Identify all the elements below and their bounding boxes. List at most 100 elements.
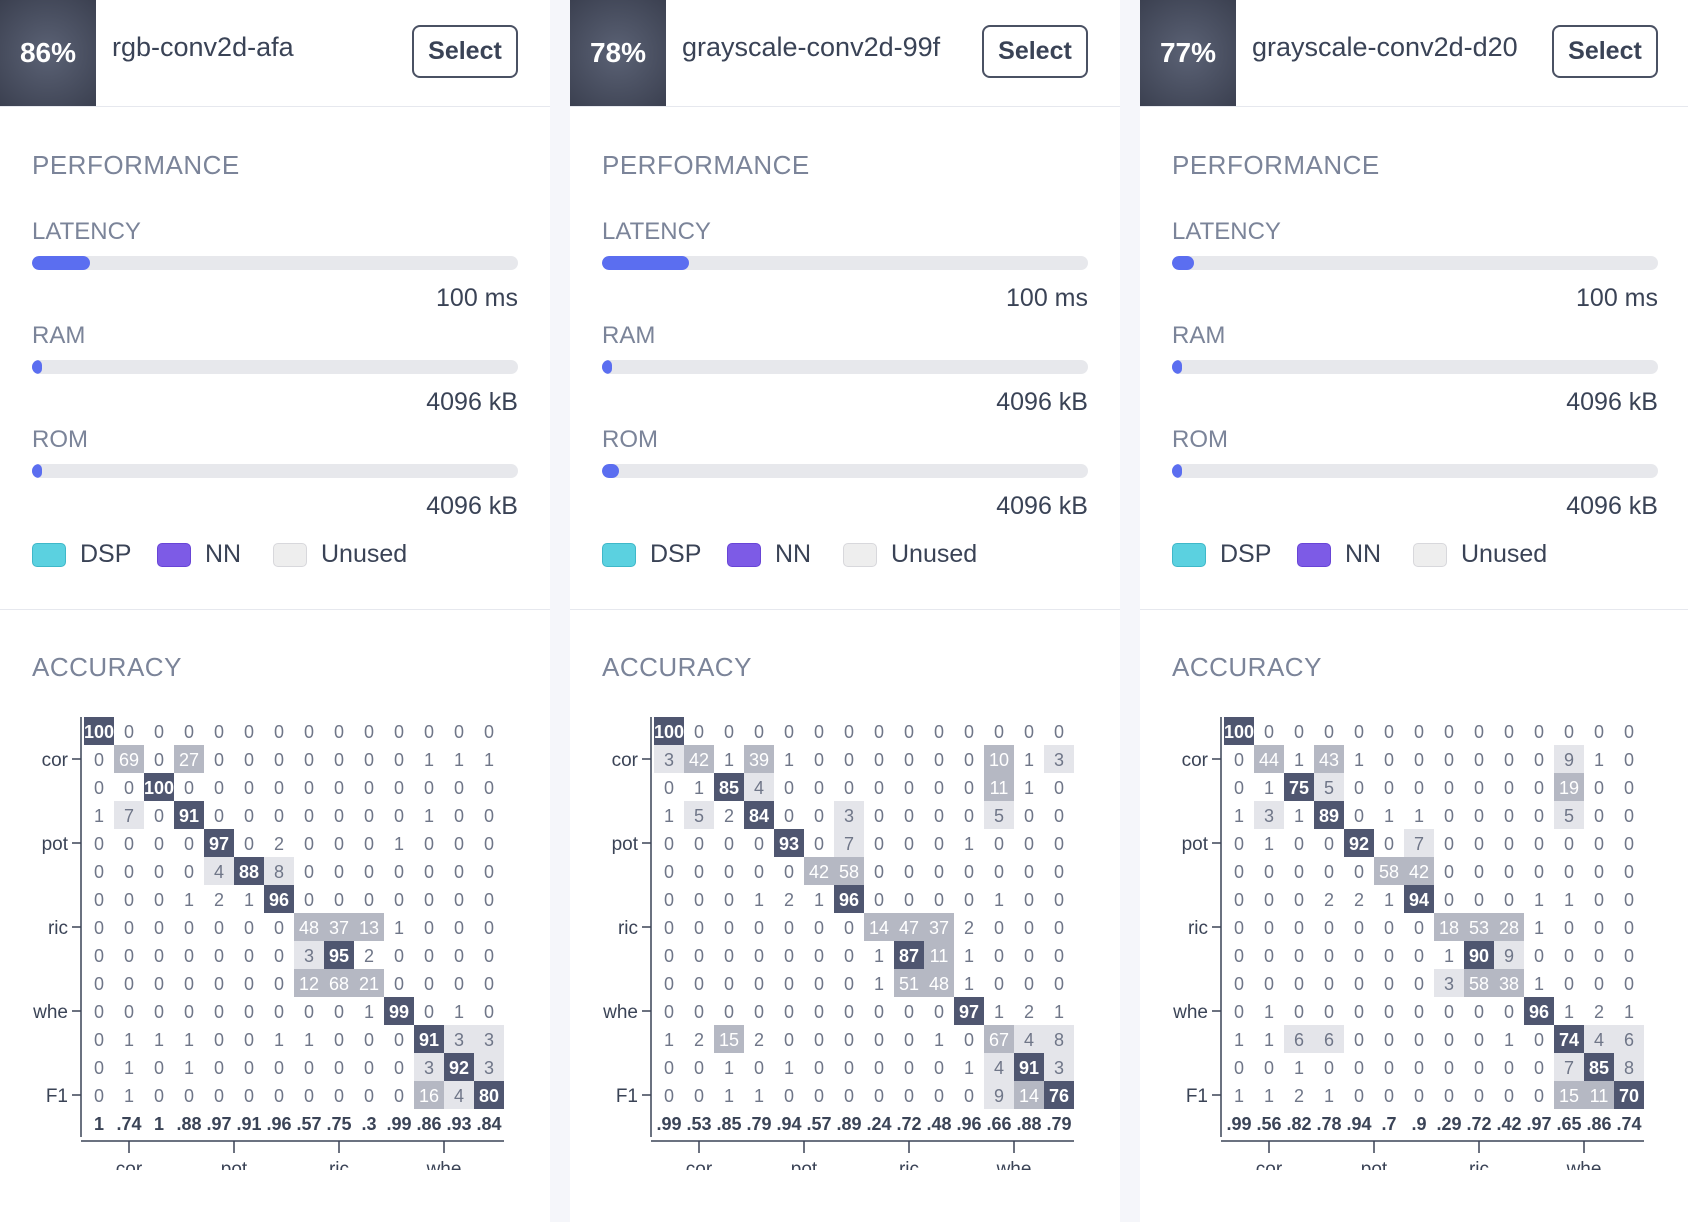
matrix-cell-value: 0 bbox=[214, 778, 224, 798]
rom-label: ROM bbox=[32, 426, 88, 453]
ram-value: 4096 kB bbox=[996, 388, 1088, 416]
matrix-cell-value: 1 bbox=[1624, 1002, 1634, 1022]
f1-score: .78 bbox=[1316, 1114, 1341, 1134]
f1-score: .66 bbox=[986, 1114, 1011, 1134]
performance-heading: PERFORMANCE bbox=[32, 150, 240, 180]
matrix-cell-value: 6 bbox=[1624, 1030, 1634, 1050]
matrix-cell-value: 0 bbox=[1624, 778, 1634, 798]
rom-value: 4096 kB bbox=[1566, 492, 1658, 520]
matrix-cell-value: 42 bbox=[1409, 862, 1429, 882]
matrix-cell-value: 1 bbox=[1264, 1086, 1274, 1106]
matrix-cell-value: 0 bbox=[664, 1002, 674, 1022]
matrix-cell-value: 7 bbox=[1414, 834, 1424, 854]
matrix-cell-value: 0 bbox=[124, 918, 134, 938]
matrix-cell-value: 0 bbox=[1534, 1086, 1544, 1106]
matrix-cell-value: 0 bbox=[424, 722, 434, 742]
matrix-cell-value: 1 bbox=[1594, 750, 1604, 770]
matrix-cell-value: 8 bbox=[274, 862, 284, 882]
matrix-cell-value: 0 bbox=[184, 918, 194, 938]
y-tick-label: pot bbox=[42, 834, 69, 855]
matrix-cell-value: 0 bbox=[154, 974, 164, 994]
matrix-cell-value: 0 bbox=[334, 1030, 344, 1050]
matrix-cell-value: 0 bbox=[1504, 834, 1514, 854]
matrix-cell-value: 0 bbox=[304, 750, 314, 770]
matrix-cell-value: 0 bbox=[1354, 1002, 1364, 1022]
f1-score: .88 bbox=[176, 1114, 201, 1134]
latency-bar bbox=[1172, 256, 1658, 270]
matrix-cell-value: 0 bbox=[154, 722, 164, 742]
matrix-cell-value: 0 bbox=[394, 862, 404, 882]
f1-score: .93 bbox=[446, 1114, 471, 1134]
matrix-cell-value: 0 bbox=[484, 918, 494, 938]
matrix-cell-value: 91 bbox=[179, 806, 199, 826]
matrix-cell-value: 0 bbox=[784, 918, 794, 938]
matrix-cell-value: 1 bbox=[1534, 890, 1544, 910]
matrix-cell-value: 0 bbox=[874, 862, 884, 882]
matrix-cell-value: 2 bbox=[1324, 890, 1334, 910]
select-button[interactable]: Select bbox=[982, 25, 1088, 78]
matrix-cell-value: 0 bbox=[964, 1030, 974, 1050]
matrix-cell-value: 0 bbox=[1594, 974, 1604, 994]
matrix-cell-value: 0 bbox=[94, 974, 104, 994]
select-button[interactable]: Select bbox=[1552, 25, 1658, 78]
matrix-cell-value: 0 bbox=[1384, 1058, 1394, 1078]
matrix-cell-value: 0 bbox=[334, 750, 344, 770]
matrix-cell-value: 0 bbox=[214, 750, 224, 770]
matrix-cell-value: 0 bbox=[754, 946, 764, 966]
matrix-cell-value: 0 bbox=[1384, 1086, 1394, 1106]
legend-unused: Unused bbox=[273, 540, 407, 569]
matrix-cell-value: 0 bbox=[904, 890, 914, 910]
matrix-cell-value: 14 bbox=[869, 918, 889, 938]
matrix-cell-value: 0 bbox=[1234, 946, 1244, 966]
f1-score: .74 bbox=[116, 1114, 141, 1134]
matrix-cell-value: 1 bbox=[184, 1058, 194, 1078]
matrix-cell-value: 3 bbox=[424, 1058, 434, 1078]
matrix-cell-value: 0 bbox=[1354, 778, 1364, 798]
matrix-cell-value: 0 bbox=[1384, 778, 1394, 798]
matrix-cell-value: 58 bbox=[1469, 974, 1489, 994]
rom-value: 4096 kB bbox=[996, 492, 1088, 520]
matrix-cell-value: 0 bbox=[484, 806, 494, 826]
matrix-cell-value: 0 bbox=[1474, 862, 1484, 882]
select-button[interactable]: Select bbox=[412, 25, 518, 78]
matrix-cell-value: 0 bbox=[1384, 918, 1394, 938]
matrix-cell-value: 12 bbox=[299, 974, 319, 994]
legend-unused: Unused bbox=[1413, 540, 1547, 569]
confusion-matrix: 100 0 0 0 0 0 0 0 0 0 0 0 0 00 44 1 43 1 0 0 0 0 0 0 9 1 00 1 75 5 0 0 0… bbox=[1172, 717, 1644, 1170]
matrix-cell-value: 0 bbox=[424, 834, 434, 854]
matrix-cell-value: 6 bbox=[1294, 1030, 1304, 1050]
matrix-cell-value: 0 bbox=[1294, 890, 1304, 910]
matrix-cell-value: 1 bbox=[724, 1058, 734, 1078]
matrix-cell-value: 0 bbox=[214, 918, 224, 938]
matrix-cell-value: 1 bbox=[124, 1058, 134, 1078]
matrix-cell-value: 0 bbox=[1324, 834, 1334, 854]
matrix-cell-value: 0 bbox=[274, 722, 284, 742]
accuracy-badge: 78% bbox=[570, 0, 666, 106]
matrix-cell-value: 3 bbox=[304, 946, 314, 966]
matrix-cell-value: 0 bbox=[1444, 750, 1454, 770]
matrix-cell-value: 0 bbox=[1054, 946, 1064, 966]
matrix-cell-value: 0 bbox=[484, 1002, 494, 1022]
f1-score: .57 bbox=[296, 1114, 321, 1134]
matrix-cell-value: 0 bbox=[334, 834, 344, 854]
matrix-cell-value: 0 bbox=[484, 722, 494, 742]
matrix-cell-value: 1 bbox=[1414, 806, 1424, 826]
f1-score: .96 bbox=[266, 1114, 291, 1134]
matrix-cell-value: 2 bbox=[1354, 890, 1364, 910]
matrix-cell-value: 0 bbox=[184, 778, 194, 798]
matrix-cell-value: 0 bbox=[754, 834, 764, 854]
matrix-cell-value: 1 bbox=[1354, 750, 1364, 770]
matrix-cell-value: 0 bbox=[724, 918, 734, 938]
matrix-cell-value: 0 bbox=[154, 1002, 164, 1022]
matrix-cell-value: 0 bbox=[364, 806, 374, 826]
matrix-cell-value: 89 bbox=[1319, 806, 1339, 826]
matrix-cell-value: 0 bbox=[994, 974, 1004, 994]
matrix-cell-value: 1 bbox=[964, 974, 974, 994]
matrix-cell-value: 1 bbox=[1324, 1086, 1334, 1106]
matrix-cell-value: 2 bbox=[274, 834, 284, 854]
matrix-cell-value: 0 bbox=[934, 1002, 944, 1022]
matrix-cell-value: 0 bbox=[484, 974, 494, 994]
ram-value: 4096 kB bbox=[426, 388, 518, 416]
y-tick-label: whe bbox=[32, 1002, 68, 1023]
matrix-cell-value: 93 bbox=[779, 834, 799, 854]
